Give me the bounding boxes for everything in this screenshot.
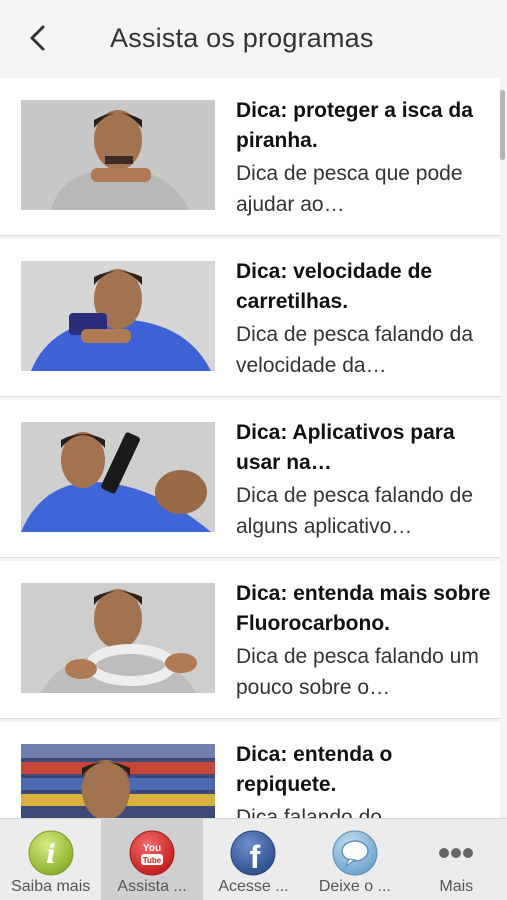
svg-text:Tube: Tube	[143, 856, 162, 865]
info-icon: i	[28, 830, 74, 876]
video-list[interactable]: Dica: proteger a isca da piranha. Dica d…	[0, 78, 507, 818]
video-description: Dica de pesca falando um pouco sobre o…	[236, 645, 479, 699]
video-description: Dica de pesca falando da velocidade da…	[236, 323, 473, 377]
youtube-icon: You Tube	[129, 830, 175, 876]
video-description: Dica de pesca falando de alguns aplicati…	[236, 484, 473, 538]
tab-label: Mais	[439, 878, 474, 895]
svg-text:i: i	[46, 840, 56, 870]
video-title: Dica: velocidade de carretilhas.	[236, 260, 433, 313]
video-title: Dica: entenda o repiquete.	[236, 743, 393, 796]
facebook-icon: f	[230, 830, 276, 876]
video-description: Dica de pesca que pode ajudar ao…	[236, 162, 463, 216]
svg-text:You: You	[143, 843, 161, 854]
more-dots-icon	[439, 848, 474, 858]
video-list-item[interactable]: Dica: entenda o repiquete. Dica falando …	[0, 722, 500, 818]
tab-assista[interactable]: You Tube Assista ...	[101, 819, 203, 900]
tab-mais[interactable]: Mais	[406, 819, 507, 900]
tab-saiba-mais[interactable]: i Saiba mais	[0, 819, 101, 900]
video-list-item[interactable]: Dica: entenda mais sobre Fluorocarbono. …	[0, 561, 500, 719]
video-thumbnail	[21, 100, 215, 210]
video-title: Dica: entenda mais sobre Fluorocarbono.	[236, 582, 491, 635]
chevron-left-icon	[30, 25, 45, 51]
header-bar: Assista os programas	[0, 0, 507, 78]
tab-label: Acesse ...	[218, 878, 289, 895]
video-thumbnail	[21, 422, 215, 532]
video-list-item[interactable]: Dica: Aplicativos para usar na… Dica de …	[0, 400, 500, 558]
tab-deixe[interactable]: Deixe o ...	[304, 819, 405, 900]
tab-label: Saiba mais	[11, 878, 91, 895]
video-title: Dica: proteger a isca da piranha.	[236, 99, 473, 152]
bottom-tab-bar: i Saiba mais You Tube Assista ... f Aces…	[0, 818, 507, 900]
video-title: Dica: Aplicativos para usar na…	[236, 421, 455, 474]
video-list-item[interactable]: Dica: proteger a isca da piranha. Dica d…	[0, 78, 500, 236]
list-scrollbar[interactable]	[500, 90, 505, 160]
page-title: Assista os programas	[110, 23, 374, 53]
video-thumbnail	[21, 261, 215, 371]
video-list-item[interactable]: Dica: velocidade de carretilhas. Dica de…	[0, 239, 500, 397]
svg-text:f: f	[250, 839, 261, 875]
tab-label: Assista ...	[117, 878, 187, 895]
tab-acesse[interactable]: f Acesse ...	[203, 819, 304, 900]
speech-bubble-icon	[332, 830, 378, 876]
app-screen: Assista os programas Dica: proteger a is…	[0, 0, 507, 900]
video-description: Dica falando do…	[236, 806, 403, 818]
back-button[interactable]	[22, 22, 54, 54]
video-thumbnail	[21, 744, 215, 818]
video-thumbnail	[21, 583, 215, 693]
tab-label: Deixe o ...	[318, 878, 391, 895]
